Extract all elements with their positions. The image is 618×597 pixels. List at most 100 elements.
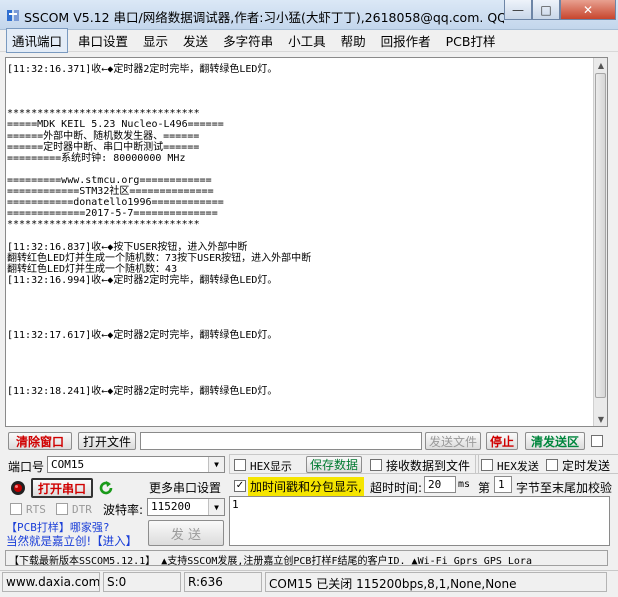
- receive-line: =========系统时钟: 80000000 MHz: [7, 152, 186, 164]
- receive-line: [7, 319, 593, 330]
- receive-area[interactable]: [11:32:16.371]收←◆定时器2定时完毕，翻转绿色LED灯。 ****…: [5, 57, 608, 427]
- send-text-input[interactable]: 1: [229, 496, 610, 546]
- receive-line: [7, 308, 593, 319]
- receive-line: [7, 97, 593, 108]
- menu-tools[interactable]: 小工具: [283, 29, 331, 52]
- receive-line: ********************************: [7, 219, 200, 231]
- receive-line: =====MDK KEIL 5.23 Nucleo-L496======: [7, 119, 224, 131]
- timed-send-label: 定时发送: [562, 459, 611, 473]
- receive-line: [7, 352, 593, 363]
- dtr-checkbox[interactable]: [56, 503, 68, 515]
- menu-pcb[interactable]: PCB打样: [441, 29, 501, 52]
- nth-input[interactable]: 1: [494, 476, 512, 493]
- menu-display[interactable]: 显示: [138, 29, 173, 52]
- timeout-input[interactable]: 20: [424, 476, 456, 493]
- port-select[interactable]: COM15 ▼: [47, 456, 225, 473]
- receive-line: [11:32:16.837]收←◆按下USER按钮，进入外部中断: [7, 241, 248, 253]
- receive-line: 翻转红色LED灯并生成一个随机数：73按下USER按钮，进入外部中断: [7, 252, 312, 264]
- hex-send-label: HEX发送: [497, 460, 539, 473]
- timeout-unit: ms: [458, 479, 471, 490]
- recv-to-file-label: 接收数据到文件: [386, 459, 471, 473]
- scroll-thumb[interactable]: [595, 73, 606, 398]
- receive-line: [11:32:17.617]收←◆定时器2定时完毕，翻转绿色LED灯。: [7, 330, 278, 342]
- menu-report-author[interactable]: 回报作者: [376, 29, 436, 52]
- window-title: SSCOM V5.12 串口/网络数据调试器,作者:习小猛(大虾丁丁),2618…: [24, 10, 504, 25]
- refresh-arrow-icon[interactable]: [97, 479, 115, 497]
- rts-checkbox[interactable]: [10, 503, 22, 515]
- timed-send-checkbox[interactable]: [546, 459, 558, 471]
- receive-line: ======定时器中断、串口中断测试======: [7, 141, 200, 153]
- status-port-state: COM15 已关闭 115200bps,8,1,None,None: [265, 572, 607, 592]
- timestamp-checkbox[interactable]: ✓: [234, 480, 246, 492]
- receive-line: [7, 230, 593, 241]
- receive-line: [7, 364, 593, 375]
- menu-help[interactable]: 帮助: [336, 29, 371, 52]
- title-bar: SSCOM V5.12 串口/网络数据调试器,作者:习小猛(大虾丁丁),2618…: [0, 0, 618, 30]
- receive-text[interactable]: [11:32:16.371]收←◆定时器2定时完毕，翻转绿色LED灯。 ****…: [6, 58, 593, 426]
- scroll-down-icon[interactable]: ▼: [594, 412, 608, 426]
- more-settings-button[interactable]: 更多串口设置: [149, 479, 221, 496]
- file-path-input[interactable]: [140, 432, 422, 450]
- menu-multi-string[interactable]: 多字符串: [218, 29, 278, 52]
- receive-line: [7, 164, 593, 175]
- send-button[interactable]: 发 送: [148, 520, 224, 546]
- maximize-button[interactable]: □: [532, 0, 560, 20]
- status-site[interactable]: www.daxia.com: [2, 572, 100, 592]
- status-sent-count: S:0: [103, 572, 181, 592]
- timestamp-label: 加时间戳和分包显示,: [248, 477, 364, 496]
- port-label: 端口号: [8, 460, 45, 474]
- receive-line: 翻转红色LED灯并生成一个随机数：43: [7, 263, 178, 275]
- chevron-down-icon[interactable]: ▼: [208, 457, 224, 472]
- receive-line: ======外部中断、随机数发生器、======: [7, 130, 200, 142]
- nth-label: 第: [478, 481, 491, 495]
- receive-line: [7, 341, 593, 352]
- open-file-button[interactable]: 打开文件: [78, 432, 136, 450]
- menu-send[interactable]: 发送: [178, 29, 213, 52]
- status-received-count: R:636: [184, 572, 262, 592]
- stop-button[interactable]: 停止: [486, 432, 518, 450]
- send-file-button[interactable]: 发送文件: [425, 432, 481, 450]
- hex-display-checkbox[interactable]: [234, 459, 246, 471]
- pcb-promo-line2[interactable]: 当然就是嘉立创!【进入】: [6, 533, 137, 549]
- hex-send-checkbox[interactable]: [481, 459, 493, 471]
- status-bar: www.daxia.com S:0 R:636 COM15 已关闭 115200…: [0, 570, 618, 592]
- clear-window-button[interactable]: 清除窗口: [8, 432, 72, 450]
- receive-line: [7, 297, 593, 308]
- receive-line: [11:32:16.371]收←◆定时器2定时完毕，翻转绿色LED灯。: [7, 64, 278, 75]
- save-data-button[interactable]: 保存数据: [306, 456, 362, 473]
- scroll-up-icon[interactable]: ▲: [594, 58, 608, 72]
- receive-line: [11:32:16.994]收←◆定时器2定时完毕，翻转绿色LED灯。: [7, 274, 278, 286]
- receive-line: ********************************: [7, 108, 200, 120]
- receive-line: ===========donatello1996============: [7, 197, 224, 209]
- menu-comm-port[interactable]: 通讯端口: [6, 28, 69, 53]
- receive-scrollbar[interactable]: ▲ ▼: [593, 58, 607, 426]
- news-marquee[interactable]: 【下载最新版本SSCOM5.12.1】 ▲支持SSCOM发展,注册嘉立创PCB打…: [5, 550, 608, 566]
- baud-label: 波特率:: [103, 503, 144, 517]
- baud-select[interactable]: 115200 ▼: [147, 498, 225, 516]
- port-value: COM15: [51, 458, 85, 471]
- checksum-label: 字节至末尾加校验: [516, 481, 613, 495]
- menu-serial-settings[interactable]: 串口设置: [73, 29, 133, 52]
- receive-line: [7, 286, 593, 297]
- receive-line: =========www.stmcu.org============: [7, 174, 212, 186]
- window-controls: — □ ✕: [504, 0, 616, 20]
- port-status-dot-icon: [11, 481, 25, 495]
- receive-line: [7, 75, 593, 86]
- minimize-button[interactable]: —: [504, 0, 532, 20]
- receive-line: ============STM32社区==============: [7, 186, 214, 198]
- timeout-label: 超时时间:: [370, 481, 423, 495]
- close-button[interactable]: ✕: [560, 0, 616, 20]
- menu-bar: 通讯端口 串口设置 显示 发送 多字符串 小工具 帮助 回报作者 PCB打样: [0, 28, 618, 53]
- receive-line: [11:32:18.241]收←◆定时器2定时完毕，翻转绿色LED灯。: [7, 385, 278, 397]
- clear-send-button[interactable]: 清发送区: [525, 432, 585, 450]
- baud-value: 115200: [151, 500, 191, 513]
- recv-to-file-checkbox[interactable]: [370, 459, 382, 471]
- receive-line: [7, 375, 593, 386]
- sscom-app-icon: [7, 10, 19, 21]
- receive-line: =============2017-5-7==============: [7, 208, 218, 220]
- hex-display-label: HEX显示: [250, 460, 292, 473]
- last-checkbox[interactable]: [591, 435, 603, 447]
- open-port-button[interactable]: 打开串口: [31, 478, 93, 498]
- chevron-down-icon[interactable]: ▼: [208, 499, 224, 515]
- receive-line: [7, 86, 593, 97]
